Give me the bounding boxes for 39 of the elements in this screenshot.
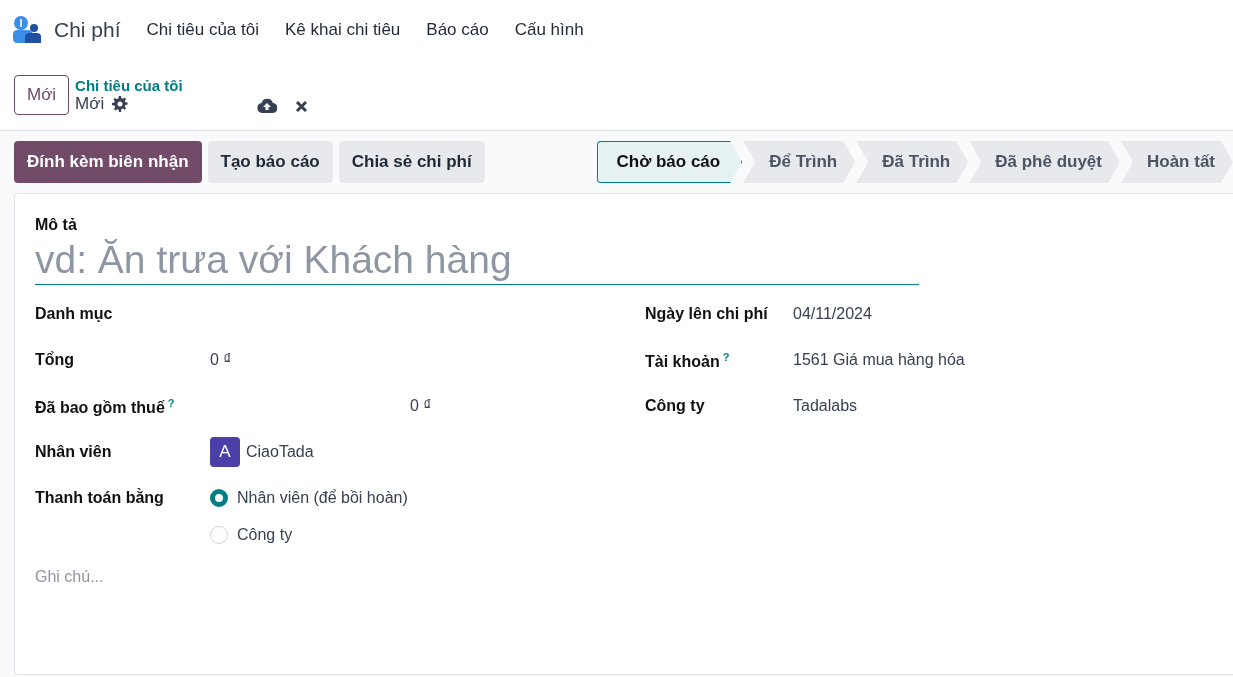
- stage-button[interactable]: Đã Trình: [856, 141, 969, 183]
- field-label: Ngày lên chi phí: [645, 305, 769, 324]
- field-label: Công ty: [645, 397, 706, 416]
- menu-item[interactable]: Cấu hình: [514, 20, 584, 40]
- action-button[interactable]: Tạo báo cáo: [207, 141, 333, 183]
- field-value: 0 ₫: [210, 351, 233, 369]
- radio-option[interactable]: Công ty: [210, 526, 645, 544]
- menu-item[interactable]: Chi tiêu của tôi: [146, 20, 259, 40]
- app-title[interactable]: Chi phí: [54, 18, 121, 42]
- field-label: Thanh toán bằng: [35, 489, 165, 507]
- cloud-upload-icon[interactable]: [256, 98, 277, 114]
- breadcrumb-link[interactable]: Chi tiêu của tôi: [75, 76, 183, 94]
- field-label: Đã bao gồm thuế $^{?}$: [35, 397, 176, 418]
- menu-item[interactable]: Kê khai chi tiêu: [285, 20, 401, 40]
- field-value: 1561 Giá mua hàng hóa: [793, 351, 966, 370]
- record-name: Mới: [75, 93, 105, 114]
- settings-icon[interactable]: [112, 95, 129, 112]
- avatar: A: [210, 437, 240, 467]
- description-field[interactable]: vd: Ăn trưa với Khách hàng: [35, 238, 919, 285]
- field-label: Tổng: [35, 351, 76, 369]
- menu-item[interactable]: Báo cáo: [426, 20, 489, 40]
- field-value: 04/11/2024: [793, 305, 873, 324]
- field-label: Nhân viên: [35, 443, 113, 461]
- field-label: Mô tả: [35, 216, 78, 234]
- stage-button[interactable]: Đã phê duyệt: [969, 141, 1120, 183]
- app-logo-icon[interactable]: [12, 16, 42, 44]
- stage-button[interactable]: Hoàn tất: [1121, 141, 1233, 183]
- stage-button[interactable]: Chờ báo cáo: [596, 141, 743, 183]
- field-label: Tài khoản $^{?}$: [645, 351, 731, 373]
- new-button[interactable]: Mới: [14, 75, 70, 115]
- radio-option[interactable]: Nhân viên (để bồi hoàn): [210, 489, 645, 507]
- action-button[interactable]: Chia sẻ chi phí: [338, 141, 485, 183]
- employee-name[interactable]: CiaoTada: [246, 443, 314, 461]
- action-button[interactable]: Đính kèm biên nhận: [14, 141, 202, 183]
- field-value: Tadalabs: [793, 397, 859, 416]
- stage-button[interactable]: Để Trình: [743, 141, 856, 183]
- field-label: Danh mục: [35, 305, 114, 323]
- field-value: 0 ₫: [410, 397, 432, 414]
- close-icon[interactable]: [294, 99, 308, 113]
